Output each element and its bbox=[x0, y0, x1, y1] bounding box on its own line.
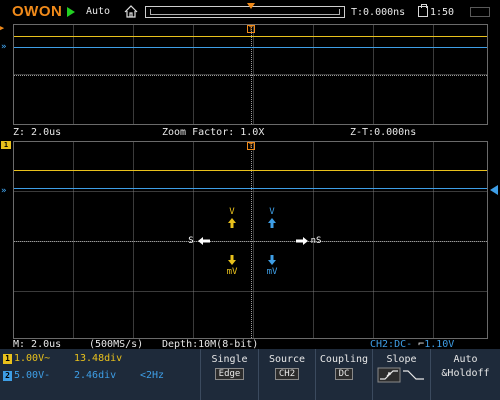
bottom-menu-bar: 1 1.00V~ 13.48div 2 5.00V- 2.46div <2Hz … bbox=[0, 349, 500, 400]
trigger-mode: Auto bbox=[86, 6, 111, 17]
ch1-badge[interactable]: 1 bbox=[3, 354, 12, 364]
trigger-level-icon bbox=[490, 185, 498, 195]
zoom-ch2-trace bbox=[14, 47, 487, 48]
volts-up-label: V bbox=[229, 207, 235, 217]
auto-holdoff-line1: Auto bbox=[453, 354, 478, 365]
zoom-trigger-position-marker: T bbox=[247, 25, 255, 33]
seconds-label: S bbox=[188, 236, 194, 246]
trigger-source-value: CH2 bbox=[274, 368, 300, 380]
zoom-trigger-marker: ▶ bbox=[0, 24, 5, 32]
nanoseconds-label: nS bbox=[310, 236, 322, 246]
trigger-type-label: Single bbox=[211, 354, 248, 365]
zoom-ch2-marker: » bbox=[1, 42, 7, 52]
zoom-factor: Zoom Factor: 1.0X bbox=[162, 127, 265, 138]
ch1-marker[interactable]: 1 bbox=[1, 141, 11, 149]
ch1-offset: 13.48div bbox=[74, 353, 123, 364]
auto-holdoff-menu[interactable]: Auto &Holdoff bbox=[430, 349, 500, 400]
ch2-arrow-up-icon bbox=[268, 218, 276, 228]
memory-trigger-marker bbox=[247, 3, 255, 9]
trigger-position-marker: T bbox=[247, 142, 255, 150]
memory-view-window bbox=[150, 9, 340, 15]
ch2-marker[interactable]: » bbox=[1, 187, 11, 196]
ch2-arrow-down-icon bbox=[268, 255, 276, 265]
ch2-badge[interactable]: 2 bbox=[3, 371, 12, 381]
slope-rising-icon bbox=[377, 367, 424, 383]
top-status-bar: OWON Auto T:0.000ns 1:50 bbox=[0, 0, 500, 24]
brand-logo: OWON bbox=[12, 3, 63, 20]
millivolts-label: mV bbox=[226, 267, 238, 277]
trigger-type-value: Edge bbox=[214, 368, 245, 380]
trigger-source-menu[interactable]: Source CH2 bbox=[258, 349, 315, 400]
ch1-arrow-up-icon bbox=[228, 218, 236, 228]
trigger-slope-menu[interactable]: Slope bbox=[372, 349, 430, 400]
home-icon[interactable] bbox=[124, 5, 138, 18]
trigger-coupling-value: DC bbox=[334, 368, 354, 380]
trigger-slope-label: Slope bbox=[386, 354, 417, 365]
zoom-waveform-area[interactable]: T bbox=[13, 24, 488, 125]
ch1-volts-div: 1.00V~ bbox=[14, 353, 51, 364]
battery-icon bbox=[470, 7, 490, 17]
auto-holdoff-line2: &Holdoff bbox=[441, 368, 490, 379]
zoom-ch1-trace bbox=[14, 36, 487, 37]
print-icon bbox=[418, 4, 428, 17]
ch1-trace bbox=[14, 170, 487, 171]
trigger-time: T:0.000ns bbox=[351, 7, 406, 18]
left-arrow-icon bbox=[198, 237, 210, 245]
trigger-source-label: Source bbox=[268, 354, 306, 365]
ch2-volts-div: 5.00V- bbox=[14, 370, 51, 381]
trigger-coupling-label: Coupling bbox=[319, 354, 369, 365]
ch2-offset: 2.46div bbox=[74, 370, 117, 381]
right-arrow-icon bbox=[296, 237, 308, 245]
millivolts-label-ch2: mV bbox=[266, 267, 278, 277]
zoom-trigger-time: Z-T:0.000ns bbox=[350, 127, 417, 138]
ch1-arrow-down-icon bbox=[228, 255, 236, 265]
zoom-timebase: Z: 2.0us bbox=[13, 127, 62, 138]
ch2-frequency: <2Hz bbox=[140, 370, 165, 381]
ch2-trace bbox=[14, 188, 487, 189]
print-count: 1:50 bbox=[430, 7, 455, 18]
volts-up-label-ch2: V bbox=[269, 207, 275, 217]
trigger-type-menu[interactable]: Single Edge bbox=[200, 349, 258, 400]
trigger-coupling-menu[interactable]: Coupling DC bbox=[315, 349, 372, 400]
run-state-icon bbox=[67, 7, 75, 17]
main-waveform-area[interactable]: T V V S nS mV mV bbox=[13, 141, 488, 339]
